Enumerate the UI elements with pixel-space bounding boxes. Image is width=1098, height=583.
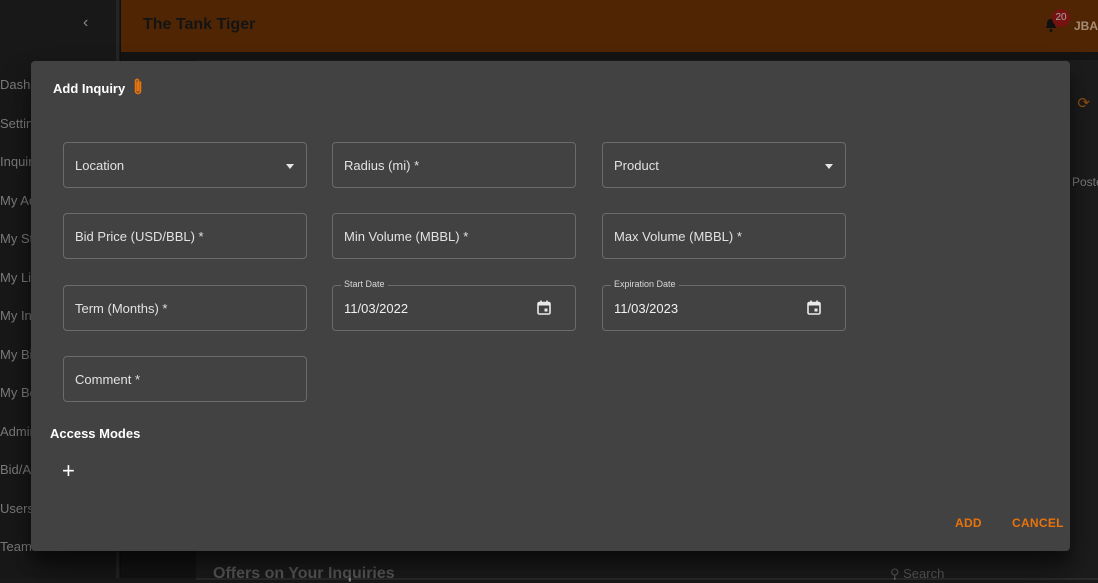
expiration-date-input[interactable]: Expiration Date 11/03/2023 <box>602 279 846 331</box>
start-date-value: 11/03/2022 <box>344 301 409 316</box>
dialog-title: Add Inquiry <box>53 81 126 96</box>
add-access-mode-icon[interactable]: + <box>62 460 75 482</box>
dropdown-arrow-icon <box>825 164 833 169</box>
paperclip-icon[interactable] <box>131 77 145 97</box>
radius-input[interactable]: Radius (mi) * <box>332 142 576 188</box>
product-label: Product <box>614 158 659 173</box>
max-volume-label: Max Volume (MBBL) * <box>614 229 742 244</box>
add-inquiry-dialog: Add Inquiry Location Radius (mi) * Produ… <box>31 61 1070 551</box>
comment-input[interactable]: Comment * <box>63 356 307 402</box>
expiration-date-label: Expiration Date <box>611 279 679 289</box>
cancel-button[interactable]: CANCEL <box>1012 516 1064 530</box>
dropdown-arrow-icon <box>286 164 294 169</box>
calendar-icon[interactable] <box>807 300 821 315</box>
term-label: Term (Months) * <box>75 301 168 316</box>
expiration-date-value: 11/03/2023 <box>614 301 679 316</box>
product-select[interactable]: Product <box>602 142 846 188</box>
min-volume-label: Min Volume (MBBL) * <box>344 229 469 244</box>
location-select[interactable]: Location <box>63 142 307 188</box>
start-date-input[interactable]: Start Date 11/03/2022 <box>332 279 576 331</box>
max-volume-input[interactable]: Max Volume (MBBL) * <box>602 213 846 259</box>
term-input[interactable]: Term (Months) * <box>63 285 307 331</box>
radius-label: Radius (mi) * <box>344 158 420 173</box>
calendar-icon[interactable] <box>537 300 551 315</box>
min-volume-input[interactable]: Min Volume (MBBL) * <box>332 213 576 259</box>
start-date-label: Start Date <box>341 279 388 289</box>
bid-price-input[interactable]: Bid Price (USD/BBL) * <box>63 213 307 259</box>
comment-label: Comment * <box>75 372 141 387</box>
location-label: Location <box>75 158 125 173</box>
access-modes-heading: Access Modes <box>50 426 141 441</box>
add-button[interactable]: ADD <box>955 516 982 530</box>
bid-price-label: Bid Price (USD/BBL) * <box>75 229 204 244</box>
